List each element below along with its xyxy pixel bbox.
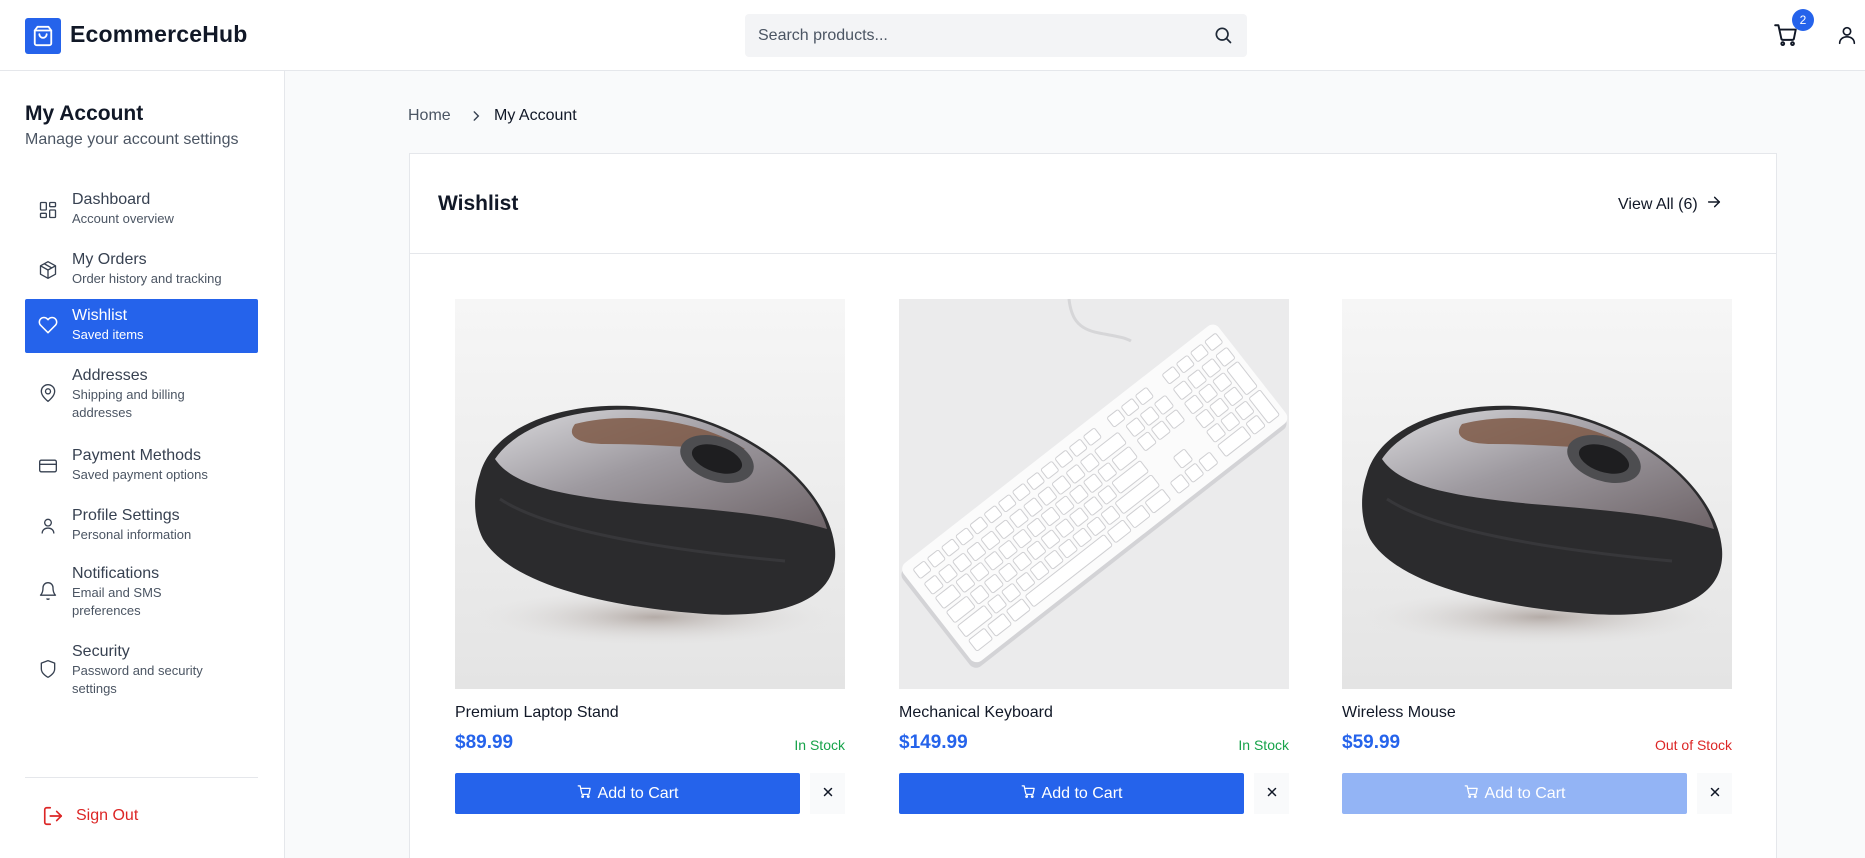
brand-name[interactable]: EcommerceHub — [70, 21, 248, 48]
product-name[interactable]: Wireless Mouse — [1342, 704, 1456, 722]
shopping-bag-logo-icon[interactable] — [25, 18, 61, 54]
cart-count-badge: 2 — [1792, 9, 1814, 31]
sidebar-item-profile-settings[interactable]: Profile Settings Personal information — [25, 501, 258, 551]
sidebar-item-desc: Email and SMS preferences — [72, 585, 162, 618]
view-all-link[interactable]: View All (6) — [1618, 194, 1722, 215]
cart-icon — [577, 784, 592, 804]
account-sidebar: My Account Manage your account settings … — [0, 71, 285, 858]
sidebar-item-label: Addresses — [72, 367, 148, 384]
wishlist-card: Wishlist View All (6) Premium Laptop Sta… — [409, 153, 1777, 858]
sign-out-label: Sign Out — [76, 807, 139, 824]
sign-out-button[interactable]: Sign Out — [25, 797, 258, 837]
product-name[interactable]: Mechanical Keyboard — [899, 704, 1053, 722]
remove-from-wishlist-button[interactable] — [1697, 773, 1732, 814]
add-to-cart-button[interactable]: Add to Cart — [899, 773, 1244, 814]
log-out-icon — [42, 805, 64, 827]
user-account-icon[interactable] — [1836, 24, 1860, 48]
remove-from-wishlist-button[interactable] — [1254, 773, 1289, 814]
search-input[interactable] — [745, 14, 1247, 57]
map-pin-icon — [38, 383, 58, 403]
sidebar-item-desc: Account overview — [72, 211, 174, 226]
sidebar-divider — [25, 777, 258, 778]
credit-card-icon — [38, 456, 58, 476]
cart-icon — [1464, 784, 1479, 804]
stock-status: In Stock — [794, 737, 845, 753]
product-name[interactable]: Premium Laptop Stand — [455, 704, 619, 722]
product-image-keyboard[interactable] — [899, 299, 1289, 689]
stock-status: Out of Stock — [1654, 737, 1732, 753]
package-icon — [38, 260, 58, 280]
add-to-cart-label: Add to Cart — [597, 784, 679, 802]
sidebar-item-desc: Password and security settings — [72, 663, 203, 696]
product-price: $89.99 — [455, 732, 514, 753]
arrow-right-icon — [1706, 194, 1722, 215]
remove-from-wishlist-button[interactable] — [810, 773, 845, 814]
product-image-mouse[interactable] — [1342, 299, 1732, 689]
close-icon — [1709, 786, 1721, 801]
add-to-cart-label: Add to Cart — [1484, 784, 1566, 802]
sidebar-item-desc: Saved items — [72, 327, 144, 342]
sidebar-item-label: My Orders — [72, 251, 147, 268]
wishlist-title: Wishlist — [438, 192, 519, 215]
add-to-cart-button[interactable]: Add to Cart — [455, 773, 800, 814]
search-icon[interactable] — [1213, 25, 1235, 47]
view-all-label: View All (6) — [1618, 195, 1698, 213]
sidebar-item-payment-methods[interactable]: Payment Methods Saved payment options — [25, 441, 258, 491]
sidebar-item-label: Wishlist — [72, 307, 128, 324]
sidebar-title: My Account — [25, 102, 144, 125]
chevron-right-icon — [469, 109, 483, 123]
close-icon — [1266, 786, 1278, 801]
sidebar-item-dashboard[interactable]: Dashboard Account overview — [25, 185, 258, 235]
breadcrumb-current: My Account — [494, 107, 577, 124]
sidebar-item-label: Profile Settings — [72, 507, 180, 524]
dashboard-icon — [38, 200, 58, 220]
sidebar-item-wishlist[interactable]: Wishlist Saved items — [25, 299, 258, 353]
sidebar-item-label: Payment Methods — [72, 447, 201, 464]
sidebar-item-security[interactable]: Security Password and security settings — [25, 637, 258, 705]
breadcrumb-home[interactable]: Home — [408, 107, 451, 125]
sidebar-item-notifications[interactable]: Notifications Email and SMS preferences — [25, 559, 258, 627]
sidebar-item-label: Notifications — [72, 565, 160, 582]
sidebar-item-addresses[interactable]: Addresses Shipping and billing addresses — [25, 363, 258, 431]
product-price: $149.99 — [899, 732, 968, 753]
product-image-mouse[interactable] — [455, 299, 845, 689]
sidebar-item-label: Security — [72, 643, 130, 660]
product-price: $59.99 — [1342, 732, 1401, 753]
sidebar-item-orders[interactable]: My Orders Order history and tracking — [25, 245, 258, 295]
add-to-cart-label: Add to Cart — [1041, 784, 1123, 802]
sidebar-item-desc: Order history and tracking — [72, 271, 222, 286]
heart-icon — [38, 315, 58, 335]
sidebar-item-desc: Personal information — [72, 527, 192, 542]
top-header: EcommerceHub 2 — [0, 0, 1865, 71]
close-icon — [822, 786, 834, 801]
bell-icon — [38, 581, 58, 601]
sidebar-subtitle: Manage your account settings — [25, 131, 239, 148]
wishlist-header: Wishlist View All (6) — [410, 154, 1776, 254]
stock-status: In Stock — [1238, 737, 1289, 753]
user-icon — [38, 516, 58, 536]
cart-icon — [1021, 784, 1036, 804]
add-to-cart-button[interactable]: Add to Cart — [1342, 773, 1687, 814]
shield-icon — [38, 659, 58, 679]
sidebar-item-desc: Shipping and billing addresses — [72, 387, 185, 420]
sidebar-item-label: Dashboard — [72, 191, 151, 208]
sidebar-item-desc: Saved payment options — [72, 467, 208, 482]
